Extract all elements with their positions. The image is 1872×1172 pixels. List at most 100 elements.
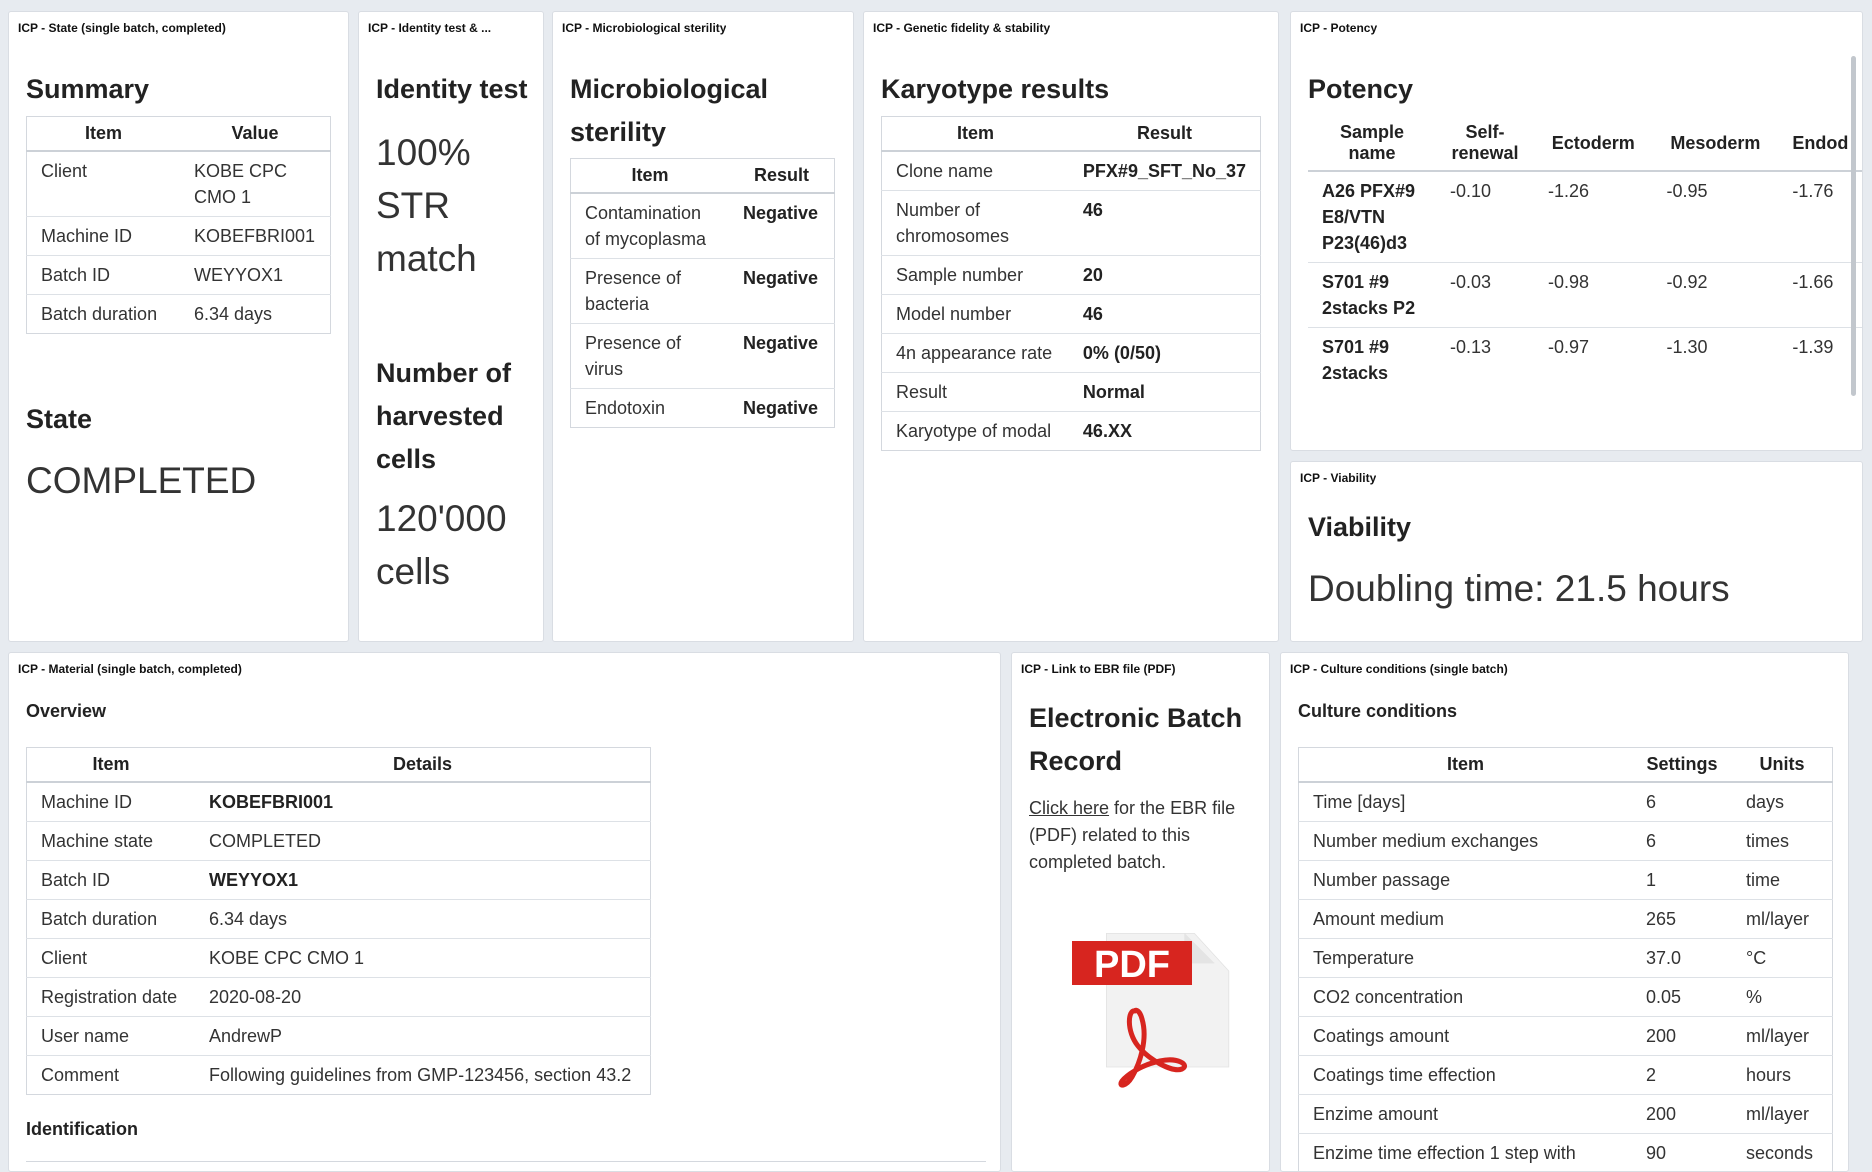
cell: 1 xyxy=(1632,861,1732,900)
ebr-panel: ICP - Link to EBR file (PDF) Electronic … xyxy=(1011,652,1270,1172)
cell: Following guidelines from GMP-123456, se… xyxy=(195,1056,651,1095)
cell: WEYYOX1 xyxy=(180,256,331,295)
cell: KOBE CPC CMO 1 xyxy=(195,939,651,978)
cell: KOBE CPC CMO 1 xyxy=(180,151,331,217)
cell: Registration date xyxy=(27,978,196,1017)
table-row: Clone namePFX#9_SFT_No_37 xyxy=(882,151,1261,191)
potency-scrollbar[interactable] xyxy=(1851,56,1856,396)
culture-heading: Culture conditions xyxy=(1298,701,1457,722)
potency-heading: Potency xyxy=(1308,68,1413,111)
panel-title: ICP - Link to EBR file (PDF) xyxy=(1021,662,1175,676)
col-item: Item xyxy=(27,748,196,783)
table-row: Sample number20 xyxy=(882,256,1261,295)
viability-heading: Viability xyxy=(1308,506,1411,549)
table-row: Number medium exchanges6times xyxy=(1299,822,1833,861)
cell: Number of chromosomes xyxy=(882,191,1069,256)
cell: °C xyxy=(1732,939,1833,978)
cell: 0.05 xyxy=(1632,978,1732,1017)
cell: Batch duration xyxy=(27,295,181,334)
cell: Machine state xyxy=(27,822,196,861)
identity-heading: Identity test xyxy=(376,68,541,111)
viability-panel: ICP - Viability Viability Doubling time:… xyxy=(1290,461,1863,642)
panel-title: ICP - Culture conditions (single batch) xyxy=(1290,662,1508,676)
cell: 90 xyxy=(1632,1134,1732,1172)
col-sample-name: Sample name xyxy=(1308,116,1436,171)
cell: S701 #9 2stacks xyxy=(1308,328,1436,393)
cell: Enzime time effection 1 step with xyxy=(1299,1134,1633,1172)
culture-panel: ICP - Culture conditions (single batch) … xyxy=(1280,652,1849,1172)
col-value: Value xyxy=(180,117,331,152)
cell: A26 PFX#9 E8/VTN P23(46)d3 xyxy=(1308,171,1436,263)
col-mesoderm: Mesoderm xyxy=(1652,116,1778,171)
cell: Presence of virus xyxy=(571,324,730,389)
col-settings: Settings xyxy=(1632,748,1732,783)
cell: Amount medium xyxy=(1299,900,1633,939)
cell: 37.0 xyxy=(1632,939,1732,978)
cell: 0% (0/50) xyxy=(1069,334,1261,373)
cell: time xyxy=(1732,861,1833,900)
table-row: Amount medium265ml/layer xyxy=(1299,900,1833,939)
overview-heading: Overview xyxy=(26,701,106,722)
col-self-renewal: Self-renewal xyxy=(1436,116,1534,171)
potency-panel: ICP - Potency Potency Sample name Self-r… xyxy=(1290,11,1863,451)
cell: 265 xyxy=(1632,900,1732,939)
cell: Negative xyxy=(729,324,835,389)
cell: KOBEFBRI001 xyxy=(195,782,651,822)
col-result: Result xyxy=(729,159,835,194)
pdf-icon: PDF xyxy=(1060,931,1230,1111)
cell: Coatings time effection xyxy=(1299,1056,1633,1095)
cell: Endotoxin xyxy=(571,389,730,428)
cell: Model number xyxy=(882,295,1069,334)
col-units: Units xyxy=(1732,748,1833,783)
cell: CO2 concentration xyxy=(1299,978,1633,1017)
table-row: Enzime amount200ml/layer xyxy=(1299,1095,1833,1134)
table-row: Machine stateCOMPLETED xyxy=(27,822,651,861)
cell: Result xyxy=(882,373,1069,412)
potency-table: Sample name Self-renewal Ectoderm Mesode… xyxy=(1308,116,1863,392)
cell: ml/layer xyxy=(1732,1017,1833,1056)
karyotype-heading: Karyotype results xyxy=(881,68,1109,111)
cell: Batch ID xyxy=(27,256,181,295)
table-row: Coatings amount200ml/layer xyxy=(1299,1017,1833,1056)
pdf-file-icon[interactable]: PDF xyxy=(1060,931,1230,1111)
ebr-link[interactable]: Click here xyxy=(1029,798,1109,818)
cell: S701 #9 2stacks P2 xyxy=(1308,263,1436,328)
cell: Machine ID xyxy=(27,782,196,822)
panel-title: ICP - Microbiological sterility xyxy=(562,21,726,35)
col-details: Details xyxy=(195,748,651,783)
karyotype-table: Item Result Clone namePFX#9_SFT_No_37 Nu… xyxy=(881,116,1261,451)
cell: -0.03 xyxy=(1436,263,1534,328)
col-ectoderm: Ectoderm xyxy=(1534,116,1652,171)
cell: 46 xyxy=(1069,295,1261,334)
cell: 6 xyxy=(1632,822,1732,861)
cell: 6 xyxy=(1632,782,1732,822)
ebr-description: Click here for the EBR file (PDF) relate… xyxy=(1029,795,1254,876)
panel-title: ICP - State (single batch, completed) xyxy=(18,21,226,35)
table-row: Number of chromosomes46 xyxy=(882,191,1261,256)
col-result: Result xyxy=(1069,117,1261,152)
cell: 2 xyxy=(1632,1056,1732,1095)
table-row: Registration date2020-08-20 xyxy=(27,978,651,1017)
table-row: CO2 concentration0.05% xyxy=(1299,978,1833,1017)
karyotype-panel: ICP - Genetic fidelity & stability Karyo… xyxy=(863,11,1279,642)
cell: seconds xyxy=(1732,1134,1833,1172)
table-row: Contamination of mycoplasmaNegative xyxy=(571,193,835,259)
cell: -0.13 xyxy=(1436,328,1534,393)
identity-result: 100% STR match xyxy=(376,126,536,285)
cell: ml/layer xyxy=(1732,900,1833,939)
table-row: Time [days]6days xyxy=(1299,782,1833,822)
cell: -0.92 xyxy=(1652,263,1778,328)
cell: % xyxy=(1732,978,1833,1017)
cell: Batch ID xyxy=(27,861,196,900)
cell: Client xyxy=(27,939,196,978)
overview-table: Item Details Machine IDKOBEFBRI001 Machi… xyxy=(26,747,651,1095)
material-panel: ICP - Material (single batch, completed)… xyxy=(8,652,1001,1172)
table-row: S701 #9 2stacks P2 -0.03 -0.98 -0.92 -1.… xyxy=(1308,263,1863,328)
cell: 6.34 days xyxy=(180,295,331,334)
table-row: Temperature37.0°C xyxy=(1299,939,1833,978)
table-row: Model number46 xyxy=(882,295,1261,334)
cell: Contamination of mycoplasma xyxy=(571,193,730,259)
cell: Temperature xyxy=(1299,939,1633,978)
table-row: Coatings time effection2hours xyxy=(1299,1056,1833,1095)
cell: -1.30 xyxy=(1652,328,1778,393)
